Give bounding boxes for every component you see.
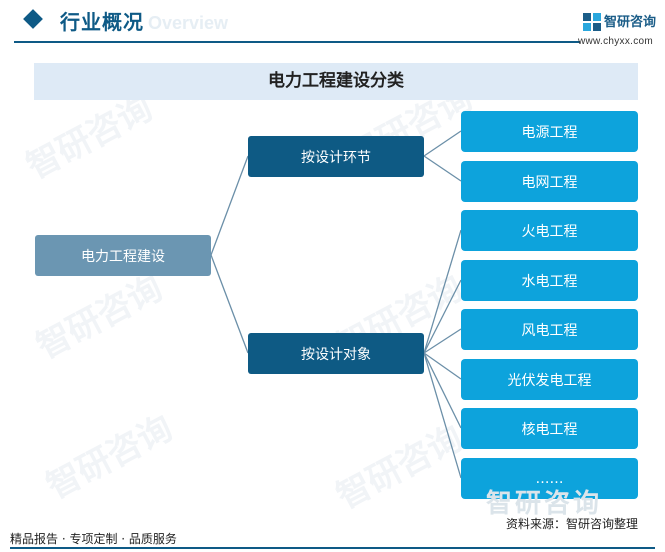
source-note: 资料来源：智研咨询整理 xyxy=(506,517,639,531)
leaf-node: 水电工程 xyxy=(461,260,638,301)
branch-node-design-object: 按设计对象 xyxy=(248,333,424,374)
leaf-node: 电源工程 xyxy=(461,111,638,152)
connector-branch2-leaf xyxy=(423,352,462,380)
footer-divider xyxy=(10,547,655,549)
root-node: 电力工程建设 xyxy=(35,235,211,276)
footer-services: 精品报告 · 专项定制 · 品质服务 xyxy=(10,532,177,546)
branch-node-design-stage: 按设计环节 xyxy=(248,136,424,177)
connector-branch1-leaf xyxy=(423,130,462,157)
leaf-node: 核电工程 xyxy=(461,408,638,449)
leaf-node: 电网工程 xyxy=(461,161,638,202)
connector-branch1-leaf xyxy=(423,155,462,182)
leaf-node: 风电工程 xyxy=(461,309,638,350)
leaf-node: 火电工程 xyxy=(461,210,638,251)
connector-root-branch2 xyxy=(210,254,249,354)
leaf-node: 光伏发电工程 xyxy=(461,359,638,400)
connector-root-branch1 xyxy=(210,155,249,256)
